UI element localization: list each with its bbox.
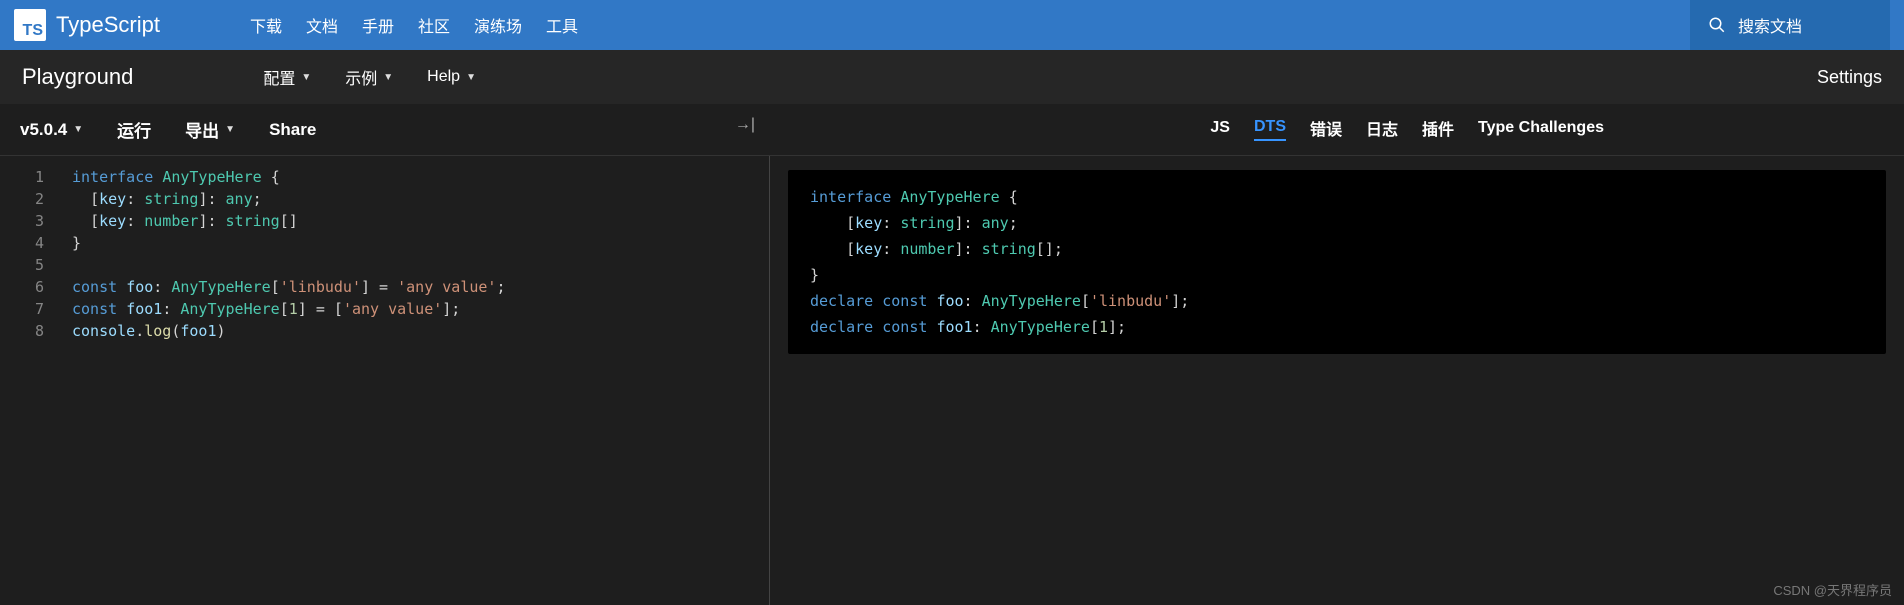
chevron-down-icon: ▼ <box>225 124 235 135</box>
output-tab-日志[interactable]: 日志 <box>1366 116 1398 143</box>
playground-bar: Playground 配置 ▼ 示例 ▼ Help ▼ Settings <box>0 50 1904 104</box>
search-icon <box>1708 16 1726 34</box>
search-placeholder: 搜索文档 <box>1738 13 1802 37</box>
output-tab-错误[interactable]: 错误 <box>1310 116 1342 143</box>
code-line: interface AnyTypeHere { <box>810 184 1864 210</box>
code-line: [key: number]: string[] <box>72 210 769 232</box>
export-button[interactable]: 导出 ▼ <box>185 117 235 142</box>
output-pane: interface AnyTypeHere { [key: string]: a… <box>770 156 1904 605</box>
watermark: CSDN @天界程序员 <box>1773 580 1892 599</box>
code-line: } <box>810 262 1864 288</box>
line-number: 2 <box>0 188 44 210</box>
code-line: console.log(foo1) <box>72 320 769 342</box>
output-tabs: JS DTS 错误日志插件 Type Challenges <box>1210 116 1604 143</box>
code-line: [key: string]: any; <box>810 210 1864 236</box>
version-label: v5.0.4 <box>20 120 67 140</box>
editor-toolbar: v5.0.4 ▼ 运行 导出 ▼ Share JS DTS 错误日志插件 Type C… <box>0 104 1904 156</box>
logo[interactable]: TS TypeScript <box>14 9 160 41</box>
main-area: →| 12345678 interface AnyTypeHere { [key… <box>0 156 1904 605</box>
code-line: const foo: AnyTypeHere['linbudu'] = 'any… <box>72 276 769 298</box>
code-line: } <box>72 232 769 254</box>
code-line: const foo1: AnyTypeHere[1] = ['any value… <box>72 298 769 320</box>
code-line: declare const foo: AnyTypeHere['linbudu'… <box>810 288 1864 314</box>
code-editor[interactable]: interface AnyTypeHere { [key: string]: a… <box>58 156 769 605</box>
chevron-down-icon: ▼ <box>301 72 311 83</box>
line-number: 7 <box>0 298 44 320</box>
line-number: 5 <box>0 254 44 276</box>
code-line: [key: number]: string[]; <box>810 236 1864 262</box>
playground-menus: 配置 ▼ 示例 ▼ Help ▼ <box>263 65 476 89</box>
version-select[interactable]: v5.0.4 ▼ <box>20 120 83 140</box>
nav-item-3[interactable]: 社区 <box>418 13 450 37</box>
line-gutter: 12345678 <box>0 156 58 605</box>
collapse-right-icon[interactable]: →| <box>735 116 755 134</box>
chevron-down-icon: ▼ <box>383 72 393 83</box>
run-button[interactable]: 运行 <box>117 117 151 142</box>
line-number: 8 <box>0 320 44 342</box>
editor-pane: →| 12345678 interface AnyTypeHere { [key… <box>0 156 770 605</box>
output-tab-插件[interactable]: 插件 <box>1422 116 1454 143</box>
search-box[interactable]: 搜索文档 <box>1690 0 1890 50</box>
output-tab-js[interactable]: JS <box>1210 119 1230 140</box>
chevron-down-icon: ▼ <box>73 124 83 135</box>
playground-menu-1[interactable]: 示例 ▼ <box>345 65 393 89</box>
logo-text: TypeScript <box>56 12 160 38</box>
code-line: interface AnyTypeHere { <box>72 166 769 188</box>
playground-menu-2[interactable]: Help ▼ <box>427 68 476 86</box>
output-tab-type-challenges[interactable]: Type Challenges <box>1478 119 1604 140</box>
share-button[interactable]: Share <box>269 120 316 140</box>
nav-item-4[interactable]: 演练场 <box>474 13 522 37</box>
nav-item-2[interactable]: 手册 <box>362 13 394 37</box>
line-number: 4 <box>0 232 44 254</box>
chevron-down-icon: ▼ <box>466 72 476 83</box>
line-number: 3 <box>0 210 44 232</box>
code-line: [key: string]: any; <box>72 188 769 210</box>
playground-title: Playground <box>22 64 133 90</box>
settings-link[interactable]: Settings <box>1817 67 1882 88</box>
nav-item-5[interactable]: 工具 <box>546 13 578 37</box>
export-label: 导出 <box>185 117 219 142</box>
nav-item-0[interactable]: 下载 <box>250 13 282 37</box>
code-line <box>72 254 769 276</box>
ts-logo-icon: TS <box>14 9 46 41</box>
output-tab-dts[interactable]: DTS <box>1254 118 1286 141</box>
line-number: 1 <box>0 166 44 188</box>
nav-item-1[interactable]: 文档 <box>306 13 338 37</box>
line-number: 6 <box>0 276 44 298</box>
code-line: declare const foo1: AnyTypeHere[1]; <box>810 314 1864 340</box>
top-nav: TS TypeScript 下载文档手册社区演练场工具 搜索文档 <box>0 0 1904 50</box>
dts-output: interface AnyTypeHere { [key: string]: a… <box>788 170 1886 354</box>
playground-menu-0[interactable]: 配置 ▼ <box>263 65 311 89</box>
nav-items: 下载文档手册社区演练场工具 <box>250 13 578 37</box>
